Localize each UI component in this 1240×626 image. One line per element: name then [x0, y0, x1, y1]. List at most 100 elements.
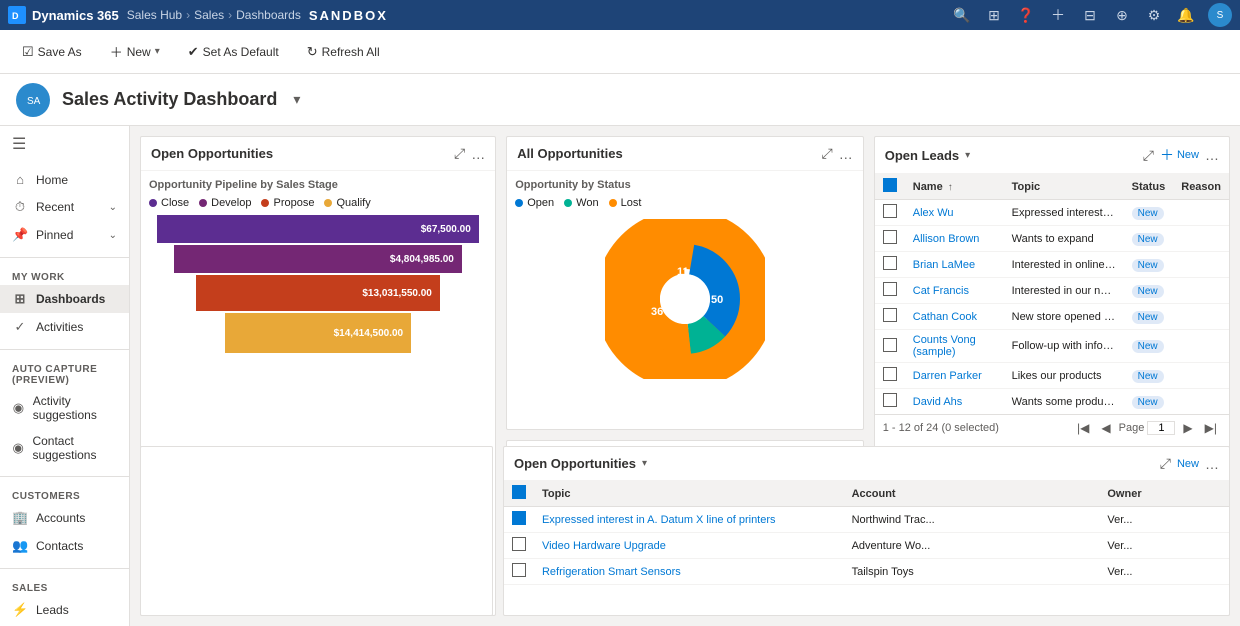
- leads-checkbox-3[interactable]: [883, 282, 897, 296]
- leads-select-all[interactable]: [883, 178, 897, 192]
- leads-name-7[interactable]: David Ahs: [905, 389, 1004, 415]
- sidebar-hamburger[interactable]: ☰: [0, 126, 129, 162]
- leads-name-link-0[interactable]: Alex Wu: [913, 207, 954, 219]
- leads-name-4[interactable]: Cathan Cook: [905, 304, 1004, 330]
- opps-topic-0[interactable]: Expressed interest in A. Datum X line of…: [534, 507, 844, 533]
- leads-name-link-7[interactable]: David Ahs: [913, 396, 963, 408]
- leads-name-1[interactable]: Allison Brown: [905, 226, 1004, 252]
- open-leads-more-icon[interactable]: …: [1205, 147, 1219, 163]
- opps-topic-1[interactable]: Video Hardware Upgrade: [534, 533, 844, 559]
- page-number-input[interactable]: [1147, 421, 1175, 435]
- notification-icon[interactable]: 🔔: [1176, 5, 1196, 25]
- open-opps-table-more-icon[interactable]: …: [1205, 456, 1219, 472]
- opps-topic-link-0[interactable]: Expressed interest in A. Datum X line of…: [542, 514, 776, 526]
- pagination-next[interactable]: ▶: [1179, 419, 1196, 437]
- leads-name-link-1[interactable]: Allison Brown: [913, 233, 980, 245]
- opps-row-1[interactable]: Video Hardware Upgrade Adventure Wo... V…: [504, 533, 1229, 559]
- sidebar-item-activities[interactable]: ✓ Activities: [0, 313, 129, 341]
- leads-row-0[interactable]: Alex Wu Expressed interest in A. D... Ne…: [875, 200, 1229, 226]
- pagination-prev[interactable]: ◀: [1097, 419, 1114, 437]
- leads-name-link-5[interactable]: Counts Vong (sample): [913, 334, 976, 358]
- breadcrumb-dashboards[interactable]: Dashboards: [236, 8, 301, 22]
- open-leads-expand-icon[interactable]: ⤢: [1143, 147, 1154, 164]
- leads-check-1[interactable]: [875, 226, 905, 252]
- all-opps-expand-icon[interactable]: ⤢: [822, 145, 833, 162]
- leads-row-2[interactable]: Brian LaMee Interested in online only s.…: [875, 252, 1229, 278]
- opps-checkbox-2[interactable]: [512, 563, 526, 577]
- open-opps-table-new-btn[interactable]: New: [1177, 458, 1199, 470]
- sidebar-item-home[interactable]: ⌂ Home: [0, 166, 129, 193]
- open-opps-expand-icon[interactable]: ⤢: [454, 145, 465, 162]
- open-opps-table-expand-icon[interactable]: ⤢: [1160, 455, 1171, 472]
- leads-reason-header[interactable]: Reason: [1173, 174, 1229, 200]
- sidebar-item-dashboards[interactable]: ⊞ Dashboards: [0, 285, 129, 313]
- opps-topic-link-2[interactable]: Refrigeration Smart Sensors: [542, 566, 681, 578]
- leads-row-5[interactable]: Counts Vong (sample) Follow-up with info…: [875, 330, 1229, 363]
- app-logo[interactable]: D Dynamics 365: [8, 6, 119, 24]
- leads-name-link-2[interactable]: Brian LaMee: [913, 259, 975, 271]
- leads-name-link-3[interactable]: Cat Francis: [913, 285, 969, 297]
- open-leads-dropdown[interactable]: ▾: [965, 150, 970, 161]
- leads-name-0[interactable]: Alex Wu: [905, 200, 1004, 226]
- settings-icon[interactable]: ⚙: [1144, 5, 1164, 25]
- opps-topic-link-1[interactable]: Video Hardware Upgrade: [542, 540, 666, 552]
- share-icon[interactable]: ⊕: [1112, 5, 1132, 25]
- sidebar-item-activity-suggestions[interactable]: ◉ Activity suggestions: [0, 388, 129, 428]
- opps-row-2[interactable]: Refrigeration Smart Sensors Tailspin Toy…: [504, 559, 1229, 585]
- leads-name-2[interactable]: Brian LaMee: [905, 252, 1004, 278]
- leads-checkbox-1[interactable]: [883, 230, 897, 244]
- pagination-last[interactable]: ▶|: [1201, 419, 1221, 437]
- pagination-first[interactable]: |◀: [1073, 419, 1093, 437]
- breadcrumb-sales-hub[interactable]: Sales Hub: [127, 8, 182, 22]
- open-opps-table-dropdown[interactable]: ▾: [642, 458, 647, 469]
- leads-name-6[interactable]: Darren Parker: [905, 363, 1004, 389]
- sidebar-item-leads[interactable]: ⚡ Leads: [0, 596, 129, 624]
- set-as-default-button[interactable]: ✔ Set As Default: [178, 40, 289, 64]
- leads-check-2[interactable]: [875, 252, 905, 278]
- avatar[interactable]: S: [1208, 3, 1232, 27]
- add-icon[interactable]: ＋: [1048, 5, 1068, 25]
- sidebar-item-accounts[interactable]: 🏢 Accounts: [0, 504, 129, 532]
- refresh-all-button[interactable]: ↻ Refresh All: [297, 40, 390, 64]
- opps-check-0[interactable]: [504, 507, 534, 533]
- pinned-expand[interactable]: ⌄: [109, 230, 117, 241]
- sidebar-item-recent[interactable]: ⏱ Recent ⌄: [0, 193, 129, 221]
- leads-checkbox-4[interactable]: [883, 308, 897, 322]
- opps-select-all[interactable]: [512, 485, 526, 499]
- filter-icon[interactable]: ⊟: [1080, 5, 1100, 25]
- sidebar-item-contact-suggestions[interactable]: ◉ Contact suggestions: [0, 428, 129, 468]
- leads-row-7[interactable]: David Ahs Wants some product info... New: [875, 389, 1229, 415]
- leads-check-3[interactable]: [875, 278, 905, 304]
- open-leads-new-btn[interactable]: ＋ New: [1160, 145, 1199, 165]
- all-opps-more-icon[interactable]: …: [839, 146, 853, 162]
- leads-row-1[interactable]: Allison Brown Wants to expand New: [875, 226, 1229, 252]
- leads-checkbox-2[interactable]: [883, 256, 897, 270]
- save-as-button[interactable]: ☑ Save As: [12, 40, 92, 64]
- open-leads-table-scroll[interactable]: Name ↑ Topic Status Reason: [875, 174, 1229, 414]
- opps-topic-2[interactable]: Refrigeration Smart Sensors: [534, 559, 844, 585]
- opps-checkbox-1[interactable]: [512, 537, 526, 551]
- page-title-chevron[interactable]: ▾: [293, 91, 300, 108]
- opps-topic-header[interactable]: Topic: [534, 481, 844, 507]
- opps-check-2[interactable]: [504, 559, 534, 585]
- leads-check-5[interactable]: [875, 330, 905, 363]
- open-opps-more-icon[interactable]: …: [471, 146, 485, 162]
- leads-row-6[interactable]: Darren Parker Likes our products New: [875, 363, 1229, 389]
- leads-name-link-6[interactable]: Darren Parker: [913, 370, 982, 382]
- name-sort-icon[interactable]: ↑: [948, 182, 953, 193]
- leads-name-5[interactable]: Counts Vong (sample): [905, 330, 1004, 363]
- leads-check-0[interactable]: [875, 200, 905, 226]
- leads-name-header[interactable]: Name ↑: [905, 174, 1004, 200]
- leads-check-7[interactable]: [875, 389, 905, 415]
- opps-checkbox-0[interactable]: [512, 511, 526, 525]
- leads-name-3[interactable]: Cat Francis: [905, 278, 1004, 304]
- new-button[interactable]: ＋ New ▾: [100, 38, 170, 65]
- leads-topic-header[interactable]: Topic: [1004, 174, 1124, 200]
- search-icon[interactable]: 🔍: [952, 5, 972, 25]
- sidebar-item-pinned[interactable]: 📌 Pinned ⌄: [0, 221, 129, 249]
- leads-row-3[interactable]: Cat Francis Interested in our newer o...…: [875, 278, 1229, 304]
- opps-row-0[interactable]: Expressed interest in A. Datum X line of…: [504, 507, 1229, 533]
- leads-status-header[interactable]: Status: [1124, 174, 1174, 200]
- leads-checkbox-7[interactable]: [883, 393, 897, 407]
- leads-checkbox-5[interactable]: [883, 338, 897, 352]
